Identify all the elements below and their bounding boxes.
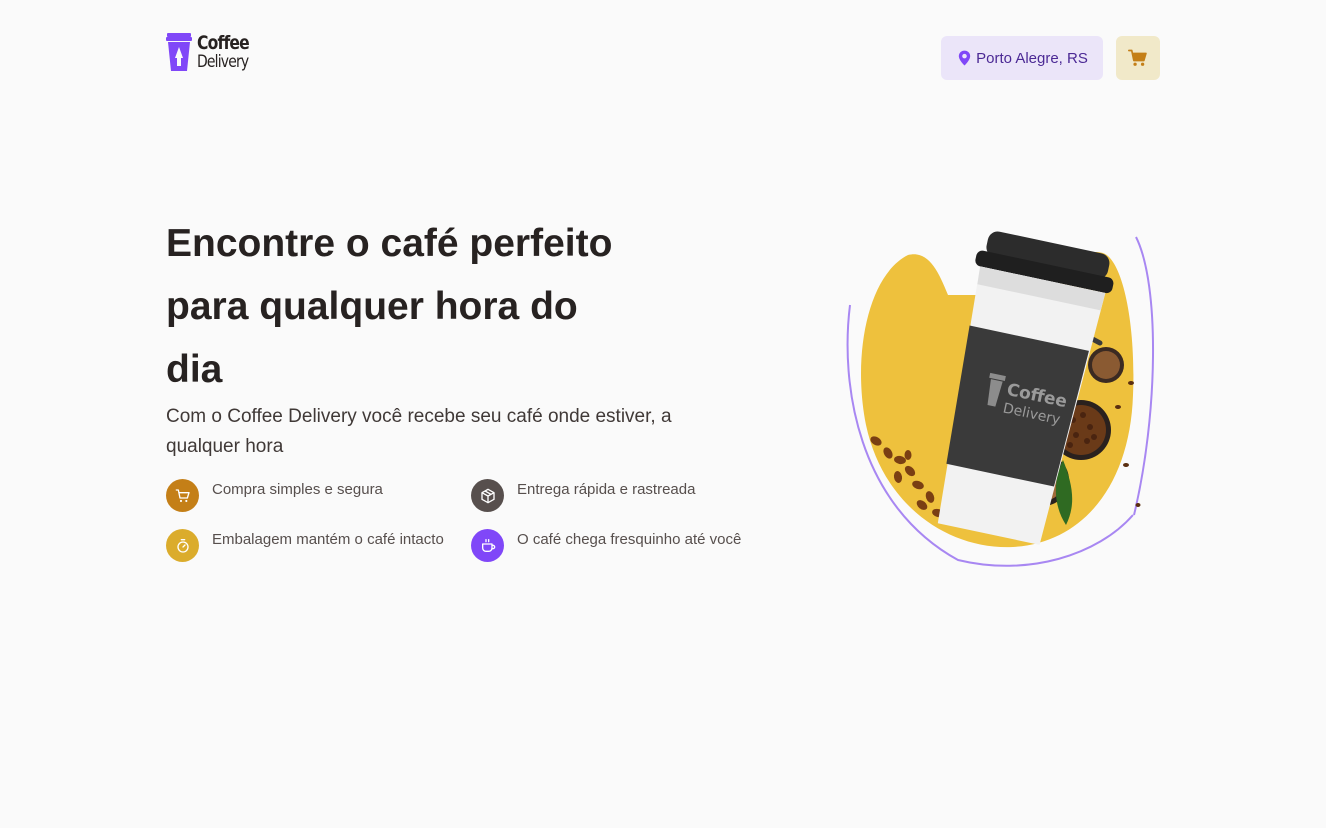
feature-item: O café chega fresquinho até você <box>471 529 741 562</box>
feature-item: Embalagem mantém o café intacto <box>166 529 444 562</box>
map-pin-icon <box>958 50 971 66</box>
feature-item: Entrega rápida e rastreada <box>471 479 695 512</box>
feature-item: Compra simples e segura <box>166 479 383 512</box>
logo-title: Coffee <box>197 31 250 54</box>
hero-outline-arc-right <box>1133 236 1155 516</box>
logo-text: Coffee Delivery <box>197 31 260 72</box>
shopping-cart-icon <box>166 479 199 512</box>
logo-cup-icon <box>166 33 192 71</box>
logo-subtitle: Delivery <box>197 51 249 72</box>
header: Coffee Delivery Porto Alegre, RS <box>166 32 1160 82</box>
cart-button[interactable] <box>1116 36 1160 80</box>
feature-label: Embalagem mantém o café intacto <box>212 531 444 548</box>
package-icon <box>471 479 504 512</box>
shopping-cart-icon <box>1128 49 1147 66</box>
location-button[interactable]: Porto Alegre, RS <box>941 36 1103 80</box>
hero-coffee-image: Coffee Delivery <box>846 231 1155 567</box>
feature-label: Entrega rápida e rastreada <box>517 481 696 498</box>
timer-icon <box>166 529 199 562</box>
logo[interactable]: Coffee Delivery <box>166 32 260 72</box>
coffee-icon <box>471 529 504 562</box>
location-label: Porto Alegre, RS <box>976 49 1088 67</box>
feature-label: O café chega fresquinho até você <box>517 531 742 548</box>
hero-title: Encontre o café perfeito para qualquer h… <box>166 222 613 391</box>
feature-label: Compra simples e segura <box>212 481 383 498</box>
hero-subtitle: Com o Coffee Delivery você recebe seu ca… <box>166 406 672 457</box>
